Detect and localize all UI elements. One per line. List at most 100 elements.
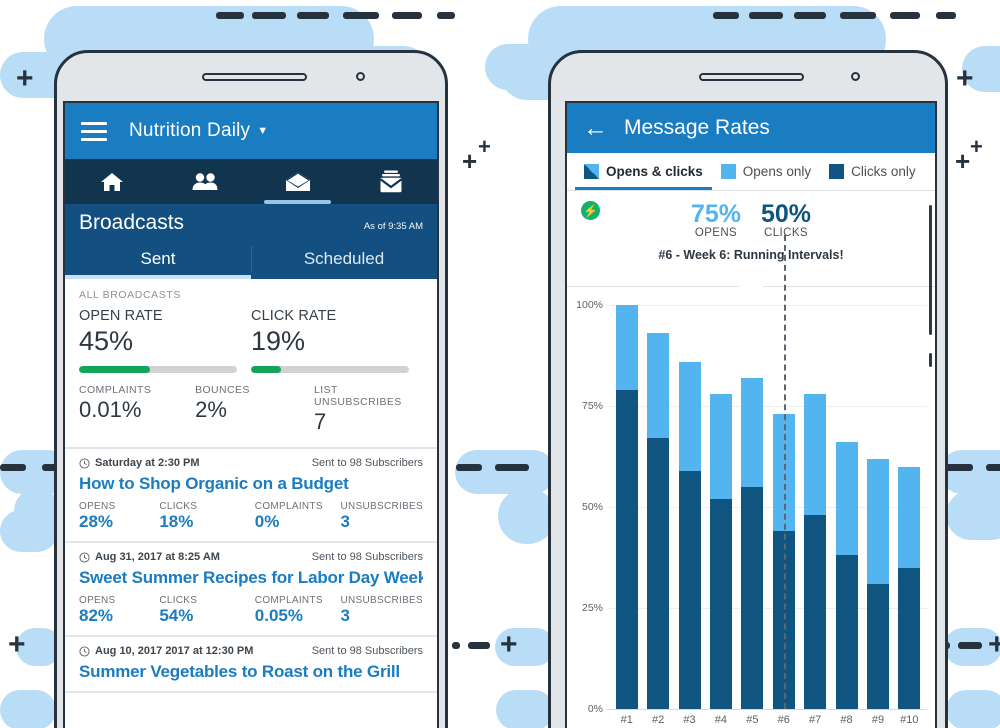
- broadcast-complaints-value: 0%: [254, 512, 280, 531]
- background-dash: [252, 12, 286, 19]
- broadcast-unsubscribes: UNSUBSCRIBES 3: [340, 501, 423, 532]
- broadcast-list-item[interactable]: Saturday at 2:30 PM Sent to 98 Subscribe…: [65, 449, 437, 543]
- background-dash: [297, 12, 329, 19]
- hamburger-icon[interactable]: [81, 121, 107, 141]
- broadcast-title[interactable]: Summer Vegetables to Roast on the Grill: [79, 662, 423, 682]
- legend-tab-opens-and-clicks[interactable]: Opens & clicks: [575, 153, 712, 190]
- phone-speaker: [202, 73, 307, 81]
- background-plus: [970, 136, 983, 158]
- legend-tab-opens-only[interactable]: Opens only: [712, 153, 820, 190]
- chart-bar-column[interactable]: [862, 305, 893, 709]
- chevron-down-icon[interactable]: ▼: [257, 125, 268, 137]
- legend-label: Opens & clicks: [606, 164, 703, 179]
- broadcast-timestamp: Aug 31, 2017 at 8:25 AM: [79, 551, 220, 563]
- broadcast-list-item[interactable]: Aug 10, 2017 2017 at 12:30 PM Sent to 98…: [65, 637, 437, 693]
- clicks-swatch-icon: [829, 164, 845, 179]
- broadcast-list-item[interactable]: Aug 31, 2017 at 8:25 AM Sent to 98 Subsc…: [65, 543, 437, 637]
- chart-y-tick: 50%: [581, 501, 603, 513]
- chart-bar-column[interactable]: [674, 305, 705, 709]
- chart-bar-column[interactable]: [799, 305, 830, 709]
- background-plus: [955, 148, 970, 174]
- vertical-scrollbar[interactable]: [929, 205, 932, 335]
- background-dash: [958, 642, 982, 649]
- message-rates-chart: 0%25%50%75%100%#1#2#3#4#5#6#7#8#9#10 Mes…: [567, 235, 935, 728]
- app-title[interactable]: Nutrition Daily: [129, 120, 250, 142]
- chart-bar-column[interactable]: [611, 305, 642, 709]
- background-dash: [456, 464, 482, 471]
- chart-bar-segment-clicks: [647, 438, 670, 709]
- background-dash: [437, 12, 455, 19]
- nav-active-indicator: [264, 200, 331, 204]
- background-cloud: [496, 690, 554, 728]
- split-swatch-icon: [584, 164, 599, 179]
- chart-x-tick-labels: #1 #2 #3 #4 #5 #6 #7 #8 #9 #10: [611, 714, 925, 726]
- background-dash: [794, 12, 826, 19]
- broadcast-when-text: Aug 31, 2017 at 8:25 AM: [95, 551, 220, 563]
- vertical-scrollbar[interactable]: [929, 353, 932, 367]
- bounces-block: BOUNCES 2%: [195, 384, 314, 435]
- app-bar: Nutrition Daily ▼: [65, 103, 437, 159]
- chart-y-tick: 25%: [581, 602, 603, 614]
- chart-selected-marker: [783, 235, 786, 709]
- summary-opens-value: 75%: [690, 200, 741, 228]
- chart-x-tick: #1: [620, 714, 633, 726]
- broadcast-title[interactable]: Sweet Summer Recipes for Labor Day Weeke…: [79, 568, 423, 588]
- broadcast-timestamp: Saturday at 2:30 PM: [79, 457, 200, 469]
- tab-sent[interactable]: Sent: [65, 239, 251, 279]
- broadcast-clicks: CLICKS 18%: [159, 501, 254, 532]
- chart-bar-segment-clicks: [678, 470, 701, 709]
- nav-item-campaigns[interactable]: [344, 159, 437, 204]
- phone-camera: [851, 72, 860, 81]
- broadcast-clicks-label: CLICKS: [159, 595, 198, 606]
- background-cloud: [0, 690, 56, 728]
- summary-opens: 75% OPENS: [691, 200, 741, 239]
- tab-sent-label: Sent: [140, 249, 176, 268]
- broadcast-opens-label: OPENS: [79, 501, 116, 512]
- broadcast-title[interactable]: How to Shop Organic on a Budget: [79, 474, 423, 494]
- background-plus: [16, 64, 34, 94]
- background-plus: [500, 630, 518, 660]
- broadcast-clicks-value: 54%: [159, 606, 194, 625]
- background-dash: [986, 464, 1000, 471]
- summary-clicks-caption: CLICKS: [764, 227, 808, 239]
- chart-bar-column[interactable]: [705, 305, 736, 709]
- chart-x-tick: #8: [840, 714, 853, 726]
- chart-bar-segment-opens: [615, 305, 638, 390]
- open-rate-value: 45%: [79, 326, 134, 356]
- background-dash: [890, 12, 920, 19]
- click-rate-block: CLICK RATE 19%: [251, 308, 423, 373]
- summary-message-name: #6 - Week 6: Running Intervals!: [658, 248, 844, 262]
- chart-bar-column[interactable]: [831, 305, 862, 709]
- screenshot-canvas: Nutrition Daily ▼: [0, 0, 1000, 728]
- background-plus: [988, 630, 1000, 660]
- chart-axis-line: [607, 709, 927, 710]
- chart-bar-segment-clicks: [615, 389, 638, 709]
- tab-active-underline: [65, 275, 251, 279]
- background-plus: [956, 64, 974, 94]
- background-dash: [392, 12, 422, 19]
- back-arrow-icon[interactable]: ←: [583, 115, 608, 141]
- nav-item-subscribers[interactable]: [158, 159, 251, 204]
- nav-item-home[interactable]: [65, 159, 158, 204]
- chart-bar-segment-opens: [709, 393, 732, 499]
- nav-item-broadcasts[interactable]: [251, 159, 344, 204]
- chart-bar-segment-opens: [804, 393, 827, 516]
- list-unsubscribes-label: LIST UNSUBSCRIBES: [314, 384, 402, 408]
- background-dash: [840, 12, 876, 19]
- broadcast-opens-label: OPENS: [79, 595, 116, 606]
- tab-scheduled[interactable]: Scheduled: [251, 239, 437, 279]
- chart-x-tick: #7: [809, 714, 822, 726]
- chart-x-tick: #9: [871, 714, 885, 726]
- click-rate-progress-fill: [251, 366, 282, 373]
- background-dash: [713, 12, 739, 19]
- background-dash: [468, 642, 490, 649]
- as-of-timestamp: As of 9:35 AM: [363, 221, 423, 232]
- broadcast-clicks-value: 18%: [159, 512, 194, 531]
- broadcast-opens-value: 28%: [79, 512, 114, 531]
- chart-bar-column[interactable]: [642, 305, 673, 709]
- open-envelope-icon: [285, 172, 310, 191]
- chart-bar-column[interactable]: [894, 305, 925, 709]
- legend-tab-clicks-only[interactable]: Clicks only: [820, 153, 925, 190]
- chart-bar-column[interactable]: [737, 305, 768, 709]
- click-rate-value: 19%: [251, 326, 306, 356]
